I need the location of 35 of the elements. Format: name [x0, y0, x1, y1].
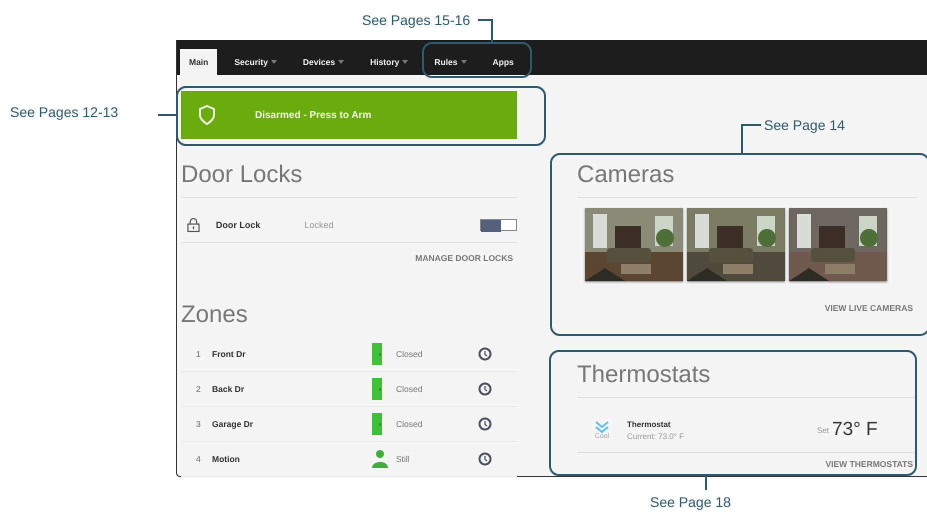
view-thermostats-link[interactable]: VIEW THERMOSTATS: [825, 459, 917, 469]
zone-name: Front Dr: [212, 349, 247, 359]
current-temp: Current: 73.0° F: [627, 432, 685, 440]
zone-number: 3: [196, 419, 202, 429]
zone-number: 2: [196, 384, 202, 394]
callout-text: See Pages 12-13: [10, 104, 118, 120]
zone-name: Garage Dr: [212, 419, 254, 429]
section-title: Thermostats: [577, 361, 917, 398]
lock-status: Locked: [304, 220, 335, 230]
section-title: Door Locks: [181, 161, 517, 198]
zone-status: Closed: [395, 419, 424, 429]
thermostat-name: Thermostat: [627, 420, 672, 428]
zone-status: Closed: [395, 384, 424, 394]
section-title: Zones: [181, 301, 249, 330]
section-title: Cameras: [577, 161, 917, 198]
nav-tab[interactable]: Security: [225, 49, 286, 75]
zone-number: 1: [196, 349, 202, 359]
manage-link[interactable]: MANAGE DOOR LOCKS: [415, 253, 517, 263]
zone-name: Motion: [212, 454, 241, 464]
set-temp: 73° F: [832, 419, 878, 441]
zone-number: 4: [196, 454, 202, 464]
nav-tab[interactable]: Main: [180, 49, 218, 75]
nav-tab[interactable]: History: [361, 49, 418, 75]
set-label: Set: [817, 426, 830, 434]
nav-tab[interactable]: Rules: [425, 49, 476, 75]
zone-status: Still: [395, 454, 411, 464]
view-cameras-link[interactable]: VIEW LIVE CAMERAS: [824, 303, 917, 313]
nav-tab[interactable]: Devices: [294, 49, 354, 75]
callout-text: See Page 18: [650, 494, 731, 510]
lock-name: Door Lock: [216, 220, 262, 230]
nav-tab[interactable]: Apps: [484, 49, 523, 75]
callout-text: See Page 14: [764, 117, 845, 133]
zone-status: Closed: [395, 349, 424, 359]
zone-name: Back Dr: [212, 384, 246, 394]
callout-text: See Pages 15-16: [362, 12, 470, 28]
